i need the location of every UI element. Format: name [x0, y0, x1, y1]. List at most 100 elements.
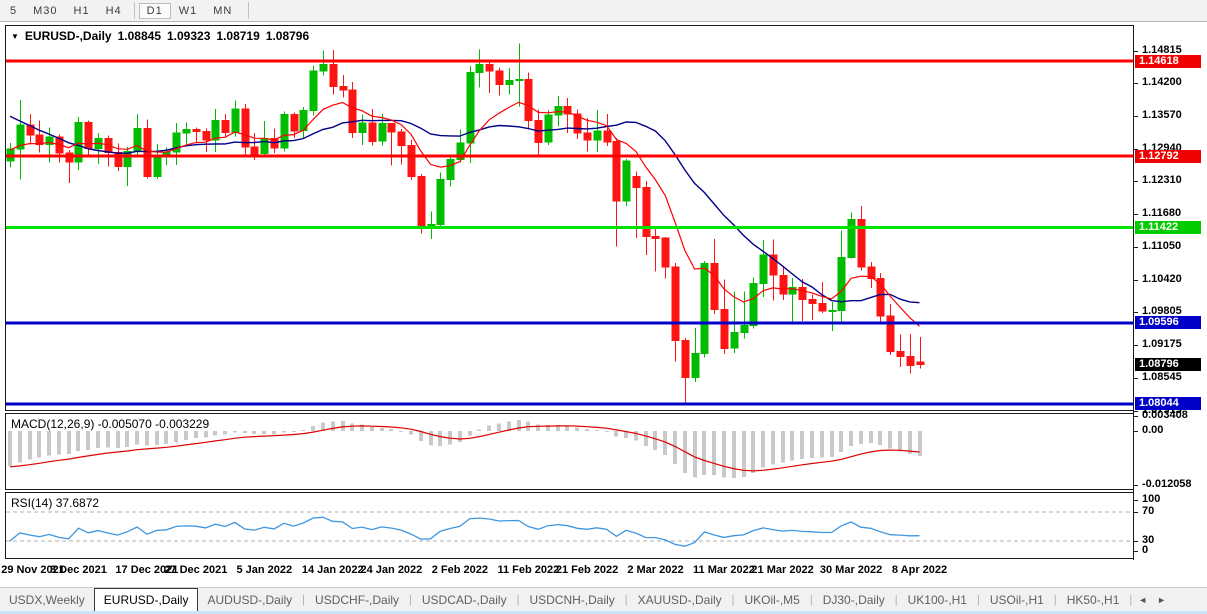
timeframe-button-w1[interactable]: W1	[171, 4, 206, 18]
timeframe-button-h1[interactable]: H1	[66, 4, 98, 18]
macd-histogram-bar	[341, 421, 345, 431]
candle-down	[418, 177, 425, 227]
chart-tab-bar: USDX,WeeklyEURUSD-,DailyAUDUSD-,Daily|US…	[0, 587, 1207, 612]
price-tick-label: 1.10420	[1142, 273, 1182, 285]
macd-histogram-bar	[213, 431, 217, 435]
candle-up	[506, 81, 513, 85]
rsi-value: 37.6872	[56, 496, 99, 510]
tab-dj30-daily[interactable]: DJ30-,Daily	[814, 590, 894, 611]
date-tick-label: 21 Feb 2022	[556, 564, 618, 576]
tab-ukoil-m5[interactable]: UKOil-,M5	[736, 590, 809, 611]
tab-separator: |	[625, 594, 628, 606]
macd-histogram-bar	[125, 431, 129, 447]
price-tick-label-tick	[1134, 181, 1138, 182]
macd-histogram-bar	[96, 431, 100, 448]
candle-down	[144, 129, 151, 177]
rsi-line	[10, 517, 920, 546]
macd-histogram-bar	[732, 431, 736, 478]
macd-tick-label-tick	[1134, 485, 1138, 486]
price-tick-label: 1.08545	[1142, 371, 1182, 383]
candle-down	[398, 132, 405, 146]
candle-down	[242, 109, 249, 147]
tab-usdchf-daily[interactable]: USDCHF-,Daily	[306, 590, 408, 611]
macd-signal-value: -0.003229	[155, 417, 209, 431]
price-tick-label-tick	[1134, 280, 1138, 281]
candle-up	[379, 124, 386, 142]
date-tick-label: 27 Dec 2021	[164, 564, 227, 576]
level-price-badge: 1.09596	[1135, 316, 1201, 329]
tab-separator: |	[732, 594, 735, 606]
macd-histogram-bar	[311, 426, 315, 431]
macd-histogram-bar	[155, 431, 159, 445]
candle-down	[486, 65, 493, 71]
tab-scroll-left-icon[interactable]: ◄	[1133, 595, 1152, 605]
tab-usdcnh-daily[interactable]: USDCNH-,Daily	[520, 590, 623, 611]
macd-indicator-panel[interactable]: MACD(12,26,9) -0.005070 -0.003229	[5, 413, 1134, 490]
price-axis[interactable]: 1.148151.142001.135701.129401.123101.116…	[1133, 25, 1207, 560]
candle-down	[819, 303, 826, 311]
macd-histogram-bar	[898, 431, 902, 451]
tab-usdcad-daily[interactable]: USDCAD-,Daily	[413, 590, 516, 611]
tab-scroll-right-icon[interactable]: ►	[1152, 595, 1171, 605]
macd-tick-label: -0.012058	[1142, 478, 1192, 490]
candle-down	[917, 362, 924, 365]
candle-down	[799, 287, 806, 299]
tab-separator: |	[1129, 594, 1132, 606]
timeframe-button-h4[interactable]: H4	[98, 4, 130, 18]
tab-hk50-h1[interactable]: HK50-,H1	[1058, 590, 1129, 611]
candle-up	[545, 115, 552, 142]
macd-histogram-bar	[8, 431, 12, 466]
timeframe-button-5[interactable]: 5	[2, 4, 25, 18]
tab-uk100-h1[interactable]: UK100-,H1	[899, 590, 976, 611]
rsi-canvas[interactable]	[6, 493, 1133, 558]
candle-up	[310, 71, 317, 111]
macd-value: -0.005070	[98, 417, 152, 431]
tab-usoil-h1[interactable]: USOil-,H1	[981, 590, 1053, 611]
candle-down	[369, 123, 376, 141]
date-axis[interactable]: 29 Nov 20218 Dec 202117 Dec 202127 Dec 2…	[5, 560, 1133, 584]
chart-title: ▼ EURUSD-,Daily 1.08845 1.09323 1.08719 …	[11, 29, 309, 43]
macd-histogram-bar	[380, 428, 384, 431]
timeframe-button-m30[interactable]: M30	[25, 4, 65, 18]
macd-histogram-bar	[194, 431, 198, 438]
macd-histogram-bar	[800, 431, 804, 459]
macd-histogram-bar	[301, 430, 305, 431]
macd-histogram-bar	[272, 431, 276, 434]
rsi-indicator-panel[interactable]: RSI(14) 37.6872	[5, 492, 1134, 559]
macd-histogram-bar	[497, 423, 501, 431]
candle-down	[780, 275, 787, 294]
candle-down	[633, 177, 640, 188]
candle-up	[594, 131, 601, 140]
macd-histogram-bar	[468, 431, 472, 436]
candle-up	[154, 156, 161, 177]
tab-separator: |	[977, 594, 980, 606]
tab-usdx-weekly[interactable]: USDX,Weekly	[0, 590, 94, 611]
macd-histogram-bar	[849, 431, 853, 446]
timeframe-button-mn[interactable]: MN	[205, 4, 240, 18]
macd-histogram-bar	[820, 431, 824, 458]
candle-down	[682, 341, 689, 378]
chart-dropdown-icon[interactable]: ▼	[11, 32, 19, 41]
date-tick-label: 2 Feb 2022	[432, 564, 488, 576]
macd-histogram-bar	[830, 431, 834, 457]
tab-audusd-daily[interactable]: AUDUSD-,Daily	[198, 590, 301, 611]
candle-down	[897, 351, 904, 356]
candle-up	[750, 284, 757, 326]
candle-up	[760, 255, 767, 284]
date-tick-label: 14 Jan 2022	[302, 564, 364, 576]
macd-histogram-bar	[135, 431, 139, 445]
price-chart-canvas[interactable]	[6, 26, 1133, 410]
candle-down	[711, 263, 718, 309]
level-price-badge: 1.11422	[1135, 221, 1201, 234]
candle-up	[731, 333, 738, 349]
tab-eurusd-daily[interactable]: EURUSD-,Daily	[94, 588, 199, 612]
candle-up	[320, 65, 327, 71]
level-price-badge: 1.08044	[1135, 397, 1201, 410]
rsi-tick-label-tick	[1134, 500, 1138, 501]
chart-symbol-label: EURUSD-,Daily	[25, 29, 112, 43]
candlestick-chart-panel[interactable]: ▼ EURUSD-,Daily 1.08845 1.09323 1.08719 …	[5, 25, 1134, 411]
macd-histogram-bar	[350, 423, 354, 431]
tab-xauusd-daily[interactable]: XAUUSD-,Daily	[629, 590, 731, 611]
candle-down	[388, 124, 395, 132]
timeframe-button-d1[interactable]: D1	[139, 3, 171, 19]
